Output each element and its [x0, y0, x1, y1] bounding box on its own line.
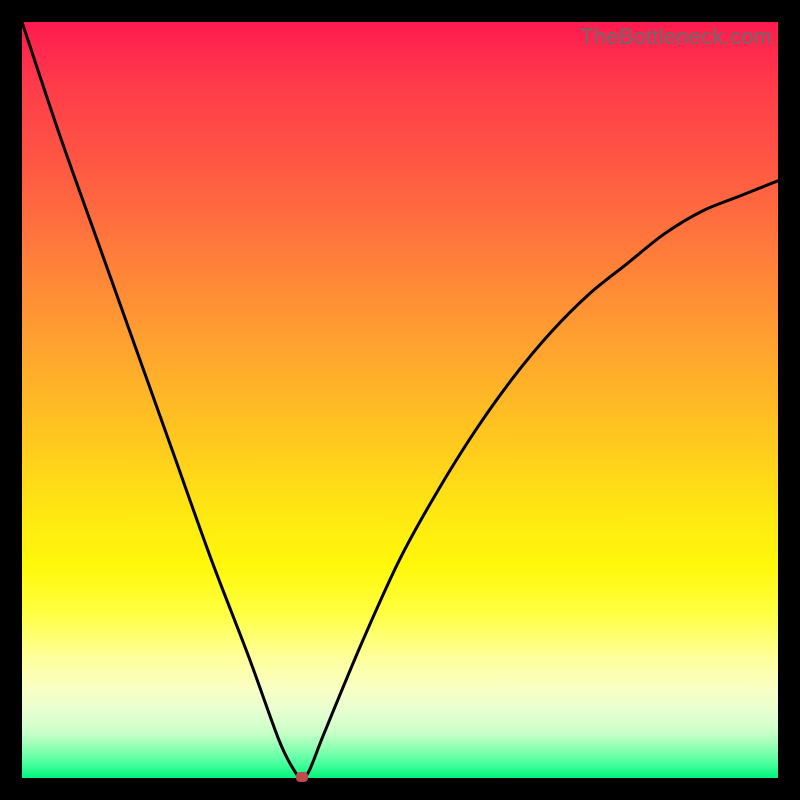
- bottleneck-curve: [22, 22, 778, 778]
- optimal-point-marker: [296, 772, 308, 782]
- chart-frame: TheBottleneck.com: [22, 22, 778, 778]
- watermark-text: TheBottleneck.com: [580, 24, 772, 50]
- bottleneck-curve-path: [22, 22, 778, 778]
